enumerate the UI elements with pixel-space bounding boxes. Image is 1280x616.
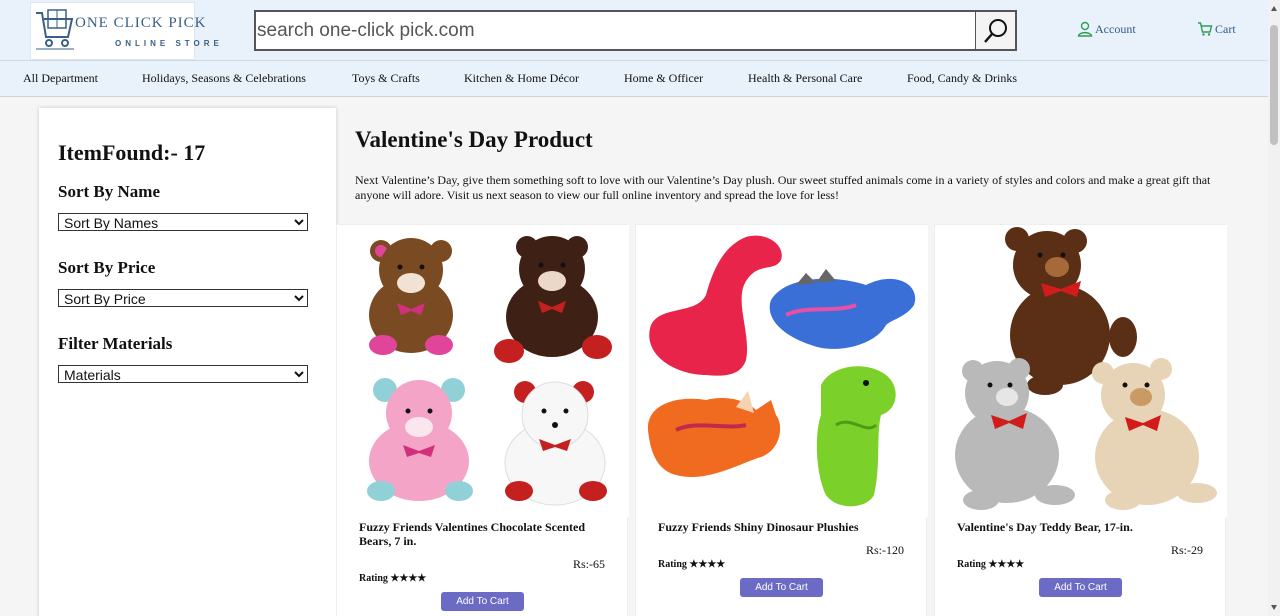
shopping-cart-logo-icon [36, 9, 74, 50]
nav-item-food-candy-drinks[interactable]: Food, Candy & Drinks [907, 71, 1017, 86]
nav-item-home-officer[interactable]: Home & Officer [624, 71, 703, 86]
nav-item-all-department[interactable]: All Department [23, 71, 98, 86]
cart-icon [1198, 22, 1213, 36]
department-nav: All Department Holidays, Seasons & Celeb… [0, 61, 1268, 97]
cart-label: Cart [1215, 21, 1236, 36]
product-price: Rs:-120 [865, 543, 904, 557]
product-card: Valentine's Day Teddy Bear, 17-in. Rs:-2… [934, 224, 1227, 616]
logo-brand-text: ONE CLICK PICK [75, 15, 207, 31]
logo-subtitle: ONLINE STORE [115, 39, 223, 48]
add-to-cart-button[interactable]: Add To Cart [1039, 578, 1122, 597]
account-label: Account [1095, 21, 1136, 36]
product-rating: Rating ★★★★ [957, 559, 1025, 570]
nav-item-toys-crafts[interactable]: Toys & Crafts [352, 71, 420, 86]
nav-item-kitchen-home-decor[interactable]: Kitchen & Home Décor [464, 71, 579, 86]
product-name[interactable]: Fuzzy Friends Valentines Chocolate Scent… [359, 520, 611, 548]
logo[interactable]: ONE CLICK PICK ONLINE STORE [30, 2, 219, 60]
add-to-cart-button[interactable]: Add To Cart [740, 578, 823, 597]
product-image[interactable] [935, 225, 1227, 517]
nav-item-holidays[interactable]: Holidays, Seasons & Celebrations [142, 71, 306, 86]
filter-materials-label: Filter Materials [58, 334, 173, 353]
search-icon [983, 18, 1007, 43]
filter-materials-select[interactable]: Materials [58, 365, 308, 383]
product-rating: Rating ★★★★ [658, 559, 726, 570]
product-image[interactable] [636, 225, 928, 517]
scroll-down-arrow-icon[interactable] [1271, 605, 1277, 610]
search-bar [254, 10, 1017, 51]
product-image[interactable] [337, 225, 629, 517]
sort-by-price-select[interactable]: Sort By Price [58, 289, 308, 307]
product-card: Fuzzy Friends Shiny Dinosaur Plushies Rs… [635, 224, 928, 616]
item-count: ItemFound:- 17 [58, 140, 206, 165]
add-to-cart-button[interactable]: Add To Cart [441, 592, 524, 611]
product-price: Rs:-29 [1170, 543, 1203, 557]
page-description: Next Valentine’s Day, give them somethin… [355, 173, 1211, 202]
cart-link[interactable]: Cart [1197, 21, 1236, 37]
scroll-up-arrow-icon[interactable] [1271, 6, 1277, 11]
header: ONE CLICK PICK ONLINE STORE Account Cart [0, 0, 1268, 61]
page-title: Valentine's Day Product [355, 127, 593, 152]
product-name[interactable]: Fuzzy Friends Shiny Dinosaur Plushies [658, 520, 910, 534]
product-rating: Rating ★★★★ [359, 573, 427, 584]
sort-by-name-label: Sort By Name [58, 182, 160, 201]
search-input[interactable] [256, 12, 976, 49]
scrollbar-thumb[interactable] [1270, 25, 1278, 145]
search-button[interactable] [975, 12, 1015, 49]
product-card: Fuzzy Friends Valentines Chocolate Scent… [336, 224, 629, 616]
product-name[interactable]: Valentine's Day Teddy Bear, 17-in. [957, 520, 1209, 534]
user-icon [1077, 21, 1093, 37]
account-link[interactable]: Account [1077, 21, 1136, 37]
page-scrollbar[interactable] [1268, 0, 1280, 616]
nav-item-health-personal-care[interactable]: Health & Personal Care [748, 71, 862, 86]
sort-by-name-select[interactable]: Sort By Names [58, 213, 308, 231]
sort-by-price-label: Sort By Price [58, 258, 156, 277]
product-price: Rs:-65 [572, 557, 605, 571]
filter-sidebar: ItemFound:- 17 Sort By Name Sort By Name… [39, 108, 336, 616]
